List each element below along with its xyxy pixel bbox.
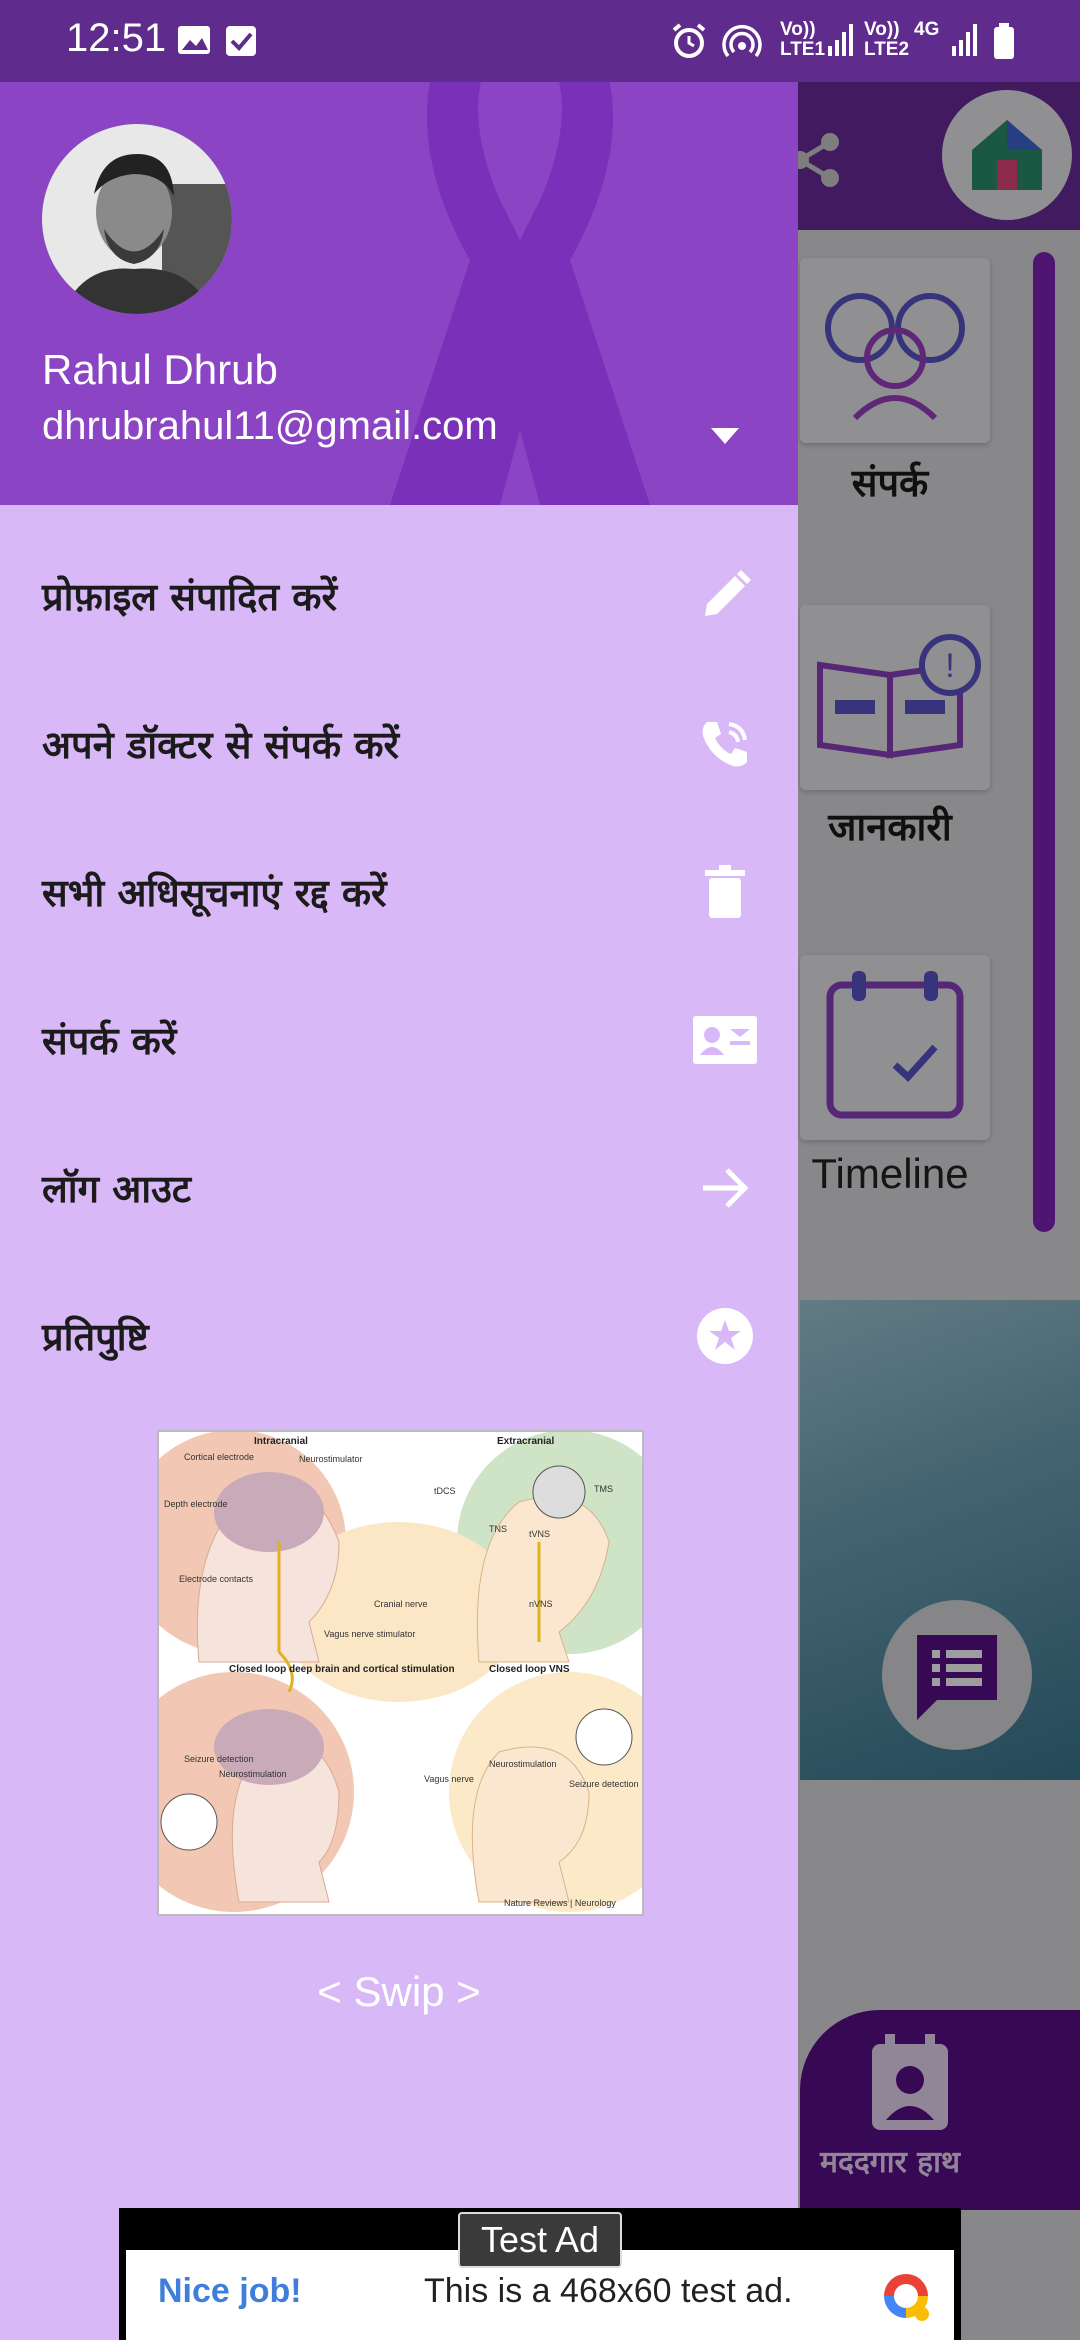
contact-card-icon (690, 1005, 760, 1075)
illus-credit: Nature Reviews | Neurology (504, 1898, 616, 1908)
illus-closed-dbs: Closed loop deep brain and cortical stim… (229, 1664, 455, 1675)
user-name: Rahul Dhrub (42, 346, 278, 393)
navigation-drawer: Rahul Dhrub dhrubrahul11@gmail.com प्रोफ… (0, 0, 798, 2340)
swipe-hint: < Swip > (317, 1968, 481, 2015)
user-email: dhrubrahul11@gmail.com (42, 404, 498, 448)
illus-neurostim-1: Neurostimulation (219, 1769, 287, 1779)
test-ad-badge: Test Ad (458, 2212, 622, 2268)
illus-depth: Depth electrode (164, 1499, 228, 1509)
menu-edit-profile[interactable]: प्रोफ़ाइल संपादित करें (0, 522, 798, 670)
illus-tvns: tVNS (529, 1529, 550, 1539)
battery-icon (994, 23, 1014, 59)
illus-seizure-1: Seizure detection (184, 1754, 254, 1764)
menu-label: संपर्क करें (42, 1019, 177, 1063)
ad-headline: Nice job! (158, 2272, 302, 2310)
profile-photo (42, 124, 232, 314)
arrow-right-icon (690, 1153, 760, 1223)
hotspot-icon (722, 25, 762, 58)
illus-cranial: Cranial nerve (374, 1599, 428, 1609)
illus-vagus-stim: Vagus nerve stimulator (324, 1629, 415, 1639)
illus-intracranial: Intracranial (254, 1436, 308, 1447)
menu-cancel-notifications[interactable]: सभी अधिसूचनाएं रद्द करें (0, 818, 798, 966)
ad-logo-icon (884, 2274, 929, 2321)
illus-tdcs: tDCS (434, 1486, 456, 1496)
illus-seizure-2: Seizure detection (569, 1779, 639, 1789)
status-bar: 12:51 Vo)) LTE1 Vo)) LTE2 4G (0, 0, 1080, 82)
phone-call-icon (690, 709, 760, 779)
neurostimulation-illustration: Intracranial Extracranial Cortical elect… (157, 1430, 644, 1916)
ad-text: This is a 468x60 test ad. (424, 2272, 793, 2310)
menu-contact-doctor[interactable]: अपने डॉक्टर से संपर्क करें (0, 670, 798, 818)
menu-feedback[interactable]: प्रतिपुष्टि (0, 1262, 798, 1410)
menu-label: प्रोफ़ाइल संपादित करें (42, 575, 338, 619)
trash-icon (690, 857, 760, 927)
menu-logout[interactable]: लॉग आउट (0, 1114, 798, 1262)
signal-icon (828, 24, 853, 56)
illus-closed-vns: Closed loop VNS (489, 1664, 570, 1675)
illus-neurostim-2: Neurostimulation (489, 1759, 557, 1769)
illus-nvns: nVNS (529, 1599, 553, 1609)
alarm-icon (672, 23, 706, 58)
menu-contact-us[interactable]: संपर्क करें (0, 966, 798, 1114)
chevron-down-icon[interactable] (705, 420, 745, 450)
illus-cortical: Cortical electrode (184, 1452, 254, 1462)
image-icon (178, 26, 210, 54)
illus-tms: TMS (594, 1484, 613, 1494)
pencil-icon (690, 561, 760, 631)
star-circle-icon (690, 1301, 760, 1371)
illus-extracranial: Extracranial (497, 1436, 554, 1447)
avatar[interactable] (42, 124, 232, 314)
menu-label: प्रतिपुष्टि (42, 1315, 149, 1359)
sim2-label: Vo)) LTE2 (864, 19, 910, 60)
illus-contacts: Electrode contacts (179, 1574, 254, 1584)
sim1-label: Vo)) LTE1 (780, 19, 826, 60)
illus-vagus: Vagus nerve (424, 1774, 474, 1784)
network-type: 4G (914, 19, 940, 40)
illus-neurostimulator: Neurostimulator (299, 1454, 363, 1464)
signal-icon (952, 24, 977, 56)
menu-label: लॉग आउट (42, 1167, 192, 1211)
illus-tns: TNS (489, 1524, 507, 1534)
menu-label: अपने डॉक्टर से संपर्क करें (42, 723, 400, 767)
menu-label: सभी अधिसूचनाएं रद्द करें (42, 871, 387, 915)
checkbox-icon (226, 26, 256, 56)
status-time: 12:51 (66, 16, 167, 60)
